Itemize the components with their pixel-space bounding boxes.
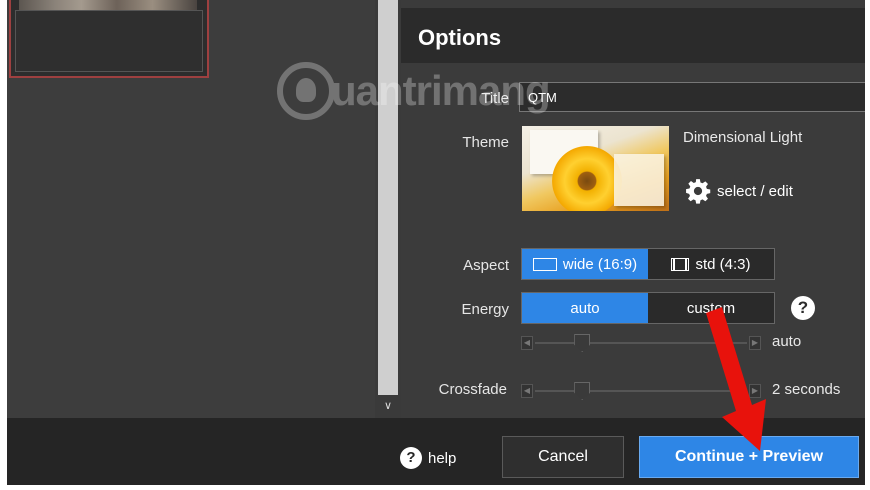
slide-frame <box>15 10 203 72</box>
crossfade-value: 2 seconds <box>772 381 841 398</box>
options-panel: Options Title Theme Dimensional Light se… <box>401 0 865 418</box>
energy-toggle: auto custom <box>521 292 775 324</box>
aspect-toggle: wide (16:9) std (4:3) <box>521 248 775 280</box>
crossfade-slider[interactable]: ◀ ▶ <box>521 382 761 400</box>
slider-left-button[interactable]: ◀ <box>521 384 533 398</box>
title-label: Title <box>481 90 509 107</box>
crossfade-label: Crossfade <box>438 381 507 398</box>
aspect-std-label: std (4:3) <box>695 255 751 273</box>
energy-help-icon[interactable]: ? <box>791 296 815 320</box>
theme-thumbnail[interactable] <box>522 126 669 211</box>
scrollbar-thumb[interactable] <box>378 0 398 395</box>
slider-left-button[interactable]: ◀ <box>521 336 533 350</box>
help-link[interactable]: ? help <box>400 447 456 469</box>
cancel-button[interactable]: Cancel <box>502 436 624 478</box>
options-title: Options <box>418 25 502 50</box>
theme-name: Dimensional Light <box>683 129 803 146</box>
preview-scrollbar[interactable]: ∨ <box>375 0 401 418</box>
slider-track <box>535 390 747 392</box>
slider-right-button[interactable]: ▶ <box>749 336 761 350</box>
energy-slider[interactable]: ◀ ▶ <box>521 334 761 352</box>
aspect-label: Aspect <box>463 257 509 274</box>
help-label: help <box>428 449 457 467</box>
options-header: Options <box>401 8 865 63</box>
slider-knob[interactable] <box>574 334 591 352</box>
energy-auto-button[interactable]: auto <box>522 293 648 323</box>
continue-preview-button[interactable]: Continue + Preview <box>639 436 859 478</box>
chevron-down-icon[interactable]: ∨ <box>378 396 398 416</box>
title-input[interactable] <box>519 82 865 112</box>
select-edit-button[interactable]: select / edit <box>685 178 793 204</box>
selected-slide-thumbnail[interactable] <box>9 0 209 78</box>
aspect-wide-label: wide (16:9) <box>562 255 638 273</box>
slider-right-button[interactable]: ▶ <box>749 384 761 398</box>
slide-image <box>19 0 197 10</box>
select-edit-label: select / edit <box>717 182 793 200</box>
energy-value: auto <box>772 333 802 350</box>
gear-icon <box>686 179 711 204</box>
theme-label: Theme <box>462 134 509 151</box>
app-window: ∨ Options Title Theme Dimensional Light … <box>7 0 865 485</box>
help-icon: ? <box>400 447 422 469</box>
energy-label: Energy <box>461 301 509 318</box>
energy-custom-button[interactable]: custom <box>648 293 774 323</box>
wide-aspect-icon <box>532 257 557 271</box>
slider-knob[interactable] <box>574 382 591 400</box>
aspect-std-button[interactable]: std (4:3) <box>648 249 774 279</box>
theme-preview-flower <box>552 146 622 211</box>
theme-preview-panel-2 <box>614 154 664 206</box>
action-bar: ? help Cancel Continue + Preview <box>7 418 865 485</box>
preview-pane <box>7 0 375 418</box>
energy-custom-label: custom <box>686 299 736 317</box>
slider-track <box>535 342 747 344</box>
energy-auto-label: auto <box>570 299 600 317</box>
aspect-wide-button[interactable]: wide (16:9) <box>522 249 648 279</box>
std-aspect-icon <box>671 257 690 271</box>
